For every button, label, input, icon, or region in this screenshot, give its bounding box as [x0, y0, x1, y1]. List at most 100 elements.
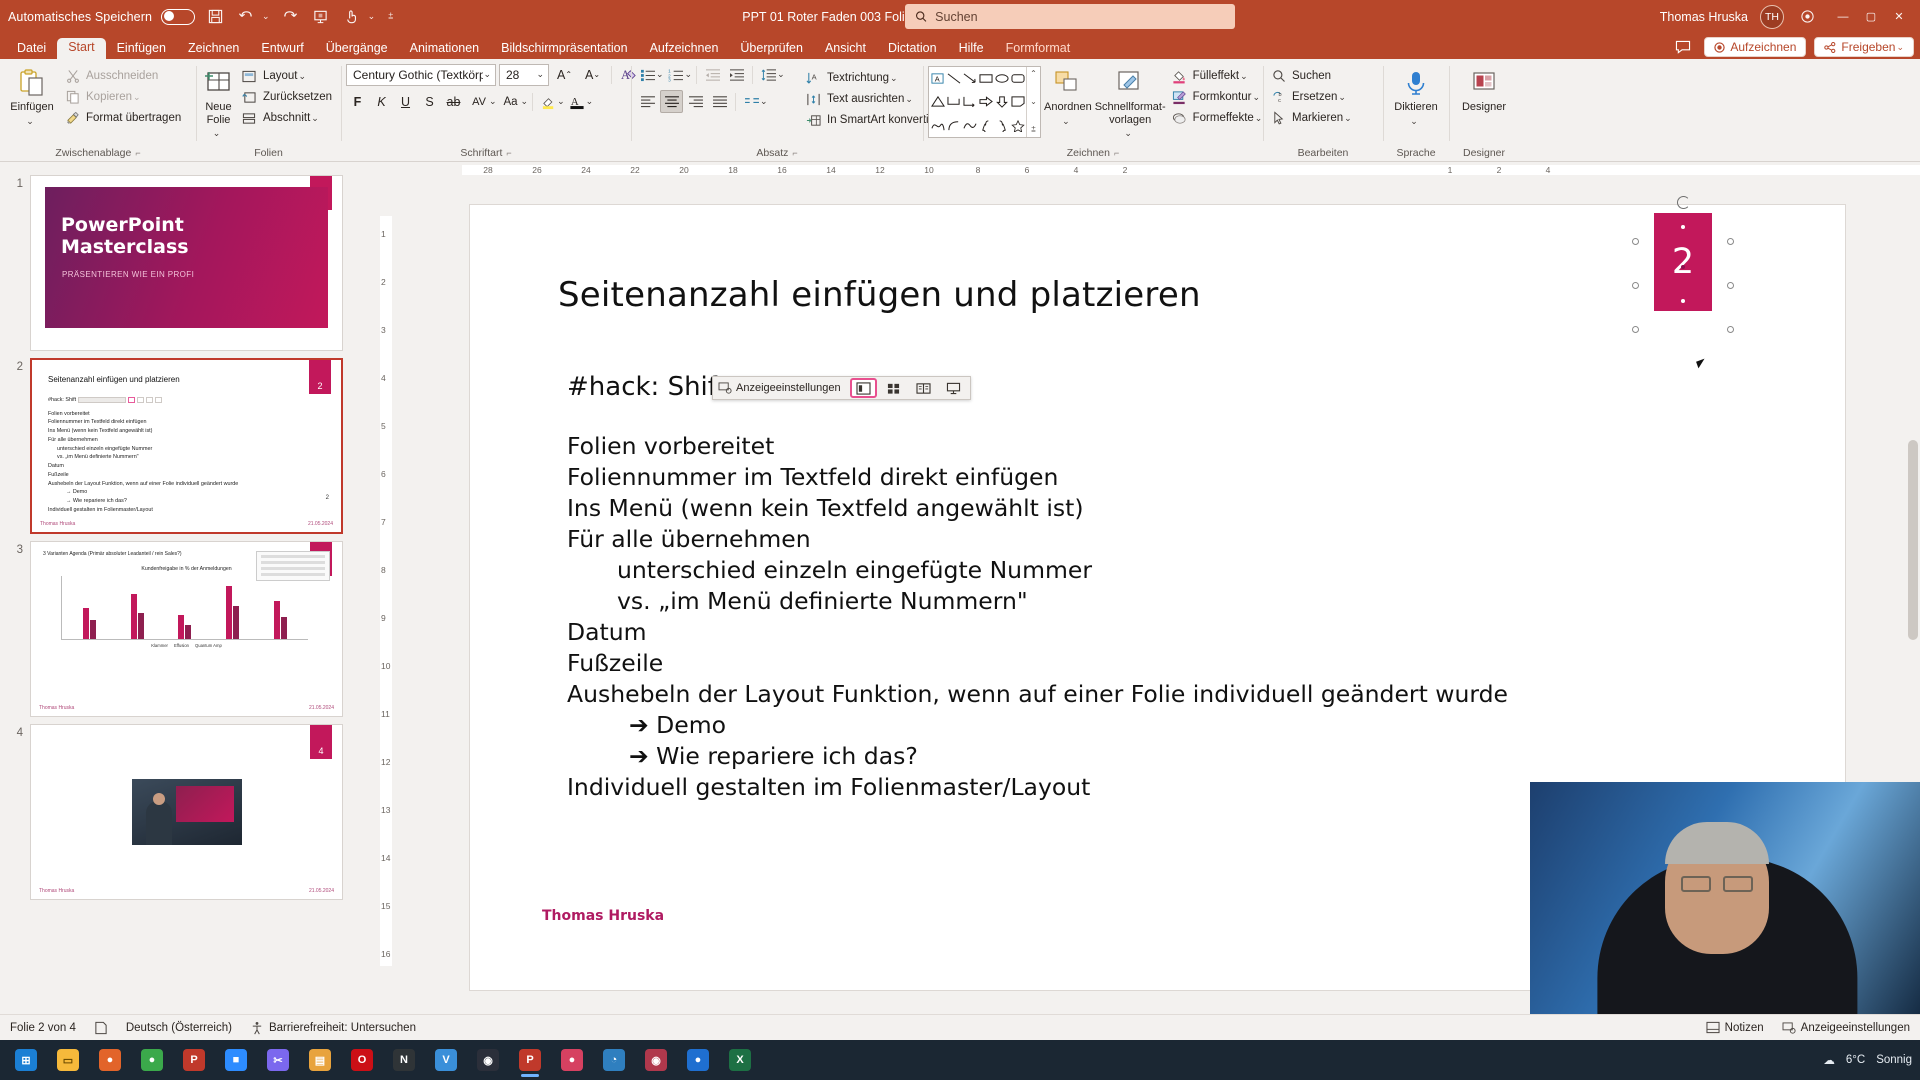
tab-start[interactable]: Start	[57, 37, 106, 59]
tab-datei[interactable]: Datei	[6, 39, 57, 60]
view-presentation-button[interactable]	[940, 378, 967, 398]
shapes-gallery-scrollbar[interactable]: ⌃ ⌄ ⩲	[1026, 67, 1040, 137]
display-settings-label-group[interactable]: Anzeigeeinstellungen	[716, 382, 847, 394]
shape-arc[interactable]	[946, 114, 962, 137]
horizontal-ruler[interactable]: 28 26 24 22 20 18 16 14 12 10 8 6 4 2 1 …	[378, 162, 1920, 178]
reset-button[interactable]: Zurücksetzen	[239, 87, 336, 107]
shape-triangle[interactable]	[929, 90, 946, 113]
present-icon[interactable]	[310, 6, 332, 28]
rotate-handle[interactable]	[1677, 196, 1690, 209]
clipboard-dialog-launcher[interactable]: ⌐	[135, 148, 140, 158]
maximize-button[interactable]: ▢	[1858, 6, 1884, 28]
dictate-button[interactable]: Diktieren ⌄	[1389, 63, 1443, 126]
taskbar-obs[interactable]: ◉	[468, 1041, 508, 1079]
select-caret[interactable]: ⌄	[1344, 113, 1352, 124]
language-status[interactable]: Deutsch (Österreich)	[126, 1022, 232, 1034]
section-caret[interactable]: ⌄	[311, 113, 319, 124]
autosave-toggle[interactable]	[161, 8, 196, 25]
font-dialog-launcher[interactable]: ⌐	[506, 148, 511, 158]
drawing-dialog-launcher[interactable]: ⌐	[1114, 148, 1119, 158]
copy-button[interactable]: Kopieren ⌄	[62, 87, 185, 107]
justify-button[interactable]	[708, 90, 731, 113]
tab-dictation[interactable]: Dictation	[877, 39, 948, 60]
paragraph-dialog-launcher[interactable]: ⌐	[792, 148, 797, 158]
undo-icon[interactable]	[235, 6, 257, 28]
share-caret[interactable]: ⌄	[1896, 42, 1904, 53]
search-box[interactable]	[905, 4, 1235, 29]
taskbar-recorder[interactable]: ●	[552, 1041, 592, 1079]
shape-effects-caret[interactable]: ⌄	[1255, 113, 1263, 124]
tab-entwurf[interactable]: Entwurf	[250, 39, 314, 60]
shadow-button[interactable]: S	[418, 90, 441, 113]
font-name-caret[interactable]: ⌄	[483, 69, 491, 80]
resize-handle-tr[interactable]	[1727, 238, 1734, 245]
tab-bildschirmpraesentation[interactable]: Bildschirmpräsentation	[490, 39, 638, 60]
decrease-font-size-button[interactable]: A ⌄	[580, 63, 605, 86]
shape-elbow-connector[interactable]	[946, 90, 962, 113]
align-text-caret[interactable]: ⌄	[905, 94, 913, 105]
weather-desc[interactable]: Sonnig	[1876, 1054, 1912, 1066]
quick-styles-button[interactable]: Schnellformat-vorlagen ⌄	[1095, 63, 1166, 139]
line-spacing-caret[interactable]: ⌄	[777, 69, 785, 80]
taskbar-vegas[interactable]: V	[426, 1041, 466, 1079]
shape-effects-button[interactable]: Formeffekte ⌄	[1169, 108, 1267, 128]
accessibility-status[interactable]: Barrierefreiheit: Untersuchen	[250, 1021, 416, 1035]
find-button[interactable]: Suchen	[1268, 66, 1356, 86]
quick-styles-caret[interactable]: ⌄	[1124, 128, 1132, 138]
view-normal-button[interactable]	[849, 378, 877, 398]
shape-right-brace[interactable]	[994, 114, 1010, 137]
undo-dropdown-caret[interactable]: ⌄	[262, 11, 270, 22]
resize-handle-mr[interactable]	[1727, 282, 1734, 289]
shape-rounded-rectangle[interactable]	[1010, 67, 1026, 90]
layout-caret[interactable]: ⌄	[299, 71, 307, 82]
italic-button[interactable]: K	[370, 90, 393, 113]
taskbar-opera[interactable]: O	[342, 1041, 382, 1079]
slide-thumbnail-1[interactable]: PowerPoint Masterclass PRÄSENTIEREN WIE E…	[30, 175, 343, 351]
section-button[interactable]: Abschnitt ⌄	[239, 108, 336, 128]
shape-down-arrow[interactable]	[994, 90, 1010, 113]
character-spacing-caret[interactable]: ⌄	[489, 96, 497, 107]
taskbar-notion[interactable]: N	[384, 1041, 424, 1079]
weather-icon[interactable]: ☁	[1823, 1053, 1835, 1067]
slide-hack-line[interactable]: #hack: Shift	[567, 372, 727, 402]
slide-body[interactable]: Folien vorbereitet Foliennummer im Textf…	[567, 431, 1508, 803]
display-settings-toolbar[interactable]: Anzeigeeinstellungen	[712, 376, 971, 400]
layout-button[interactable]: Layout ⌄	[239, 66, 336, 86]
replace-caret[interactable]: ⌄	[1338, 92, 1346, 103]
paste-button[interactable]: Einfügen ⌄	[5, 63, 59, 126]
shape-left-brace[interactable]	[978, 114, 994, 137]
align-left-button[interactable]	[636, 90, 659, 113]
slide-counter[interactable]: Folie 2 von 4	[10, 1022, 76, 1034]
shapes-gallery[interactable]: A ⌃ ⌄ ⩲	[928, 66, 1041, 138]
tab-aufzeichnen[interactable]: Aufzeichnen	[639, 39, 730, 60]
close-button[interactable]: ✕	[1886, 6, 1912, 28]
increase-font-size-button[interactable]: A ⌃	[552, 63, 577, 86]
view-slide-sorter-button[interactable]	[880, 378, 907, 398]
text-direction-caret[interactable]: ⌄	[890, 73, 898, 84]
tab-formformat[interactable]: Formformat	[995, 39, 1082, 60]
highlight-caret[interactable]: ⌄	[557, 96, 565, 107]
slide-thumbnail-2[interactable]: 2 Seitenanzahl einfügen und platzieren #…	[30, 358, 343, 534]
tab-animationen[interactable]: Animationen	[399, 39, 491, 60]
shape-right-arrow[interactable]	[978, 90, 994, 113]
shape-oval[interactable]	[994, 67, 1010, 90]
increase-indent-button[interactable]	[725, 63, 748, 86]
arrange-caret[interactable]: ⌄	[1062, 116, 1070, 126]
shape-curve[interactable]	[962, 114, 978, 137]
notes-page-icon[interactable]	[94, 1021, 108, 1035]
tab-zeichnen[interactable]: Zeichnen	[177, 39, 250, 60]
select-button[interactable]: Markieren ⌄	[1268, 108, 1356, 128]
shape-arrow[interactable]	[962, 67, 978, 90]
shape-line[interactable]	[946, 67, 962, 90]
paste-caret[interactable]: ⌄	[26, 116, 34, 126]
shapes-more[interactable]: ⩲	[1031, 125, 1036, 135]
vertical-ruler[interactable]: 1 2 3 4 5 6 7 8 9 10 11 12 13 14 15 16	[378, 178, 394, 1006]
resize-handle-ml[interactable]	[1632, 282, 1639, 289]
slide-thumbnail-pane[interactable]: 1 PowerPoint Masterclass PRÄSENTIEREN WIE…	[0, 162, 378, 1040]
arrange-button[interactable]: Anordnen ⌄	[1044, 63, 1092, 126]
accessibility-tools-icon[interactable]	[1796, 6, 1818, 28]
font-size-caret[interactable]: ⌄	[536, 69, 544, 80]
shape-elbow-arrow-connector[interactable]	[962, 90, 978, 113]
change-case-caret[interactable]: ⌄	[521, 96, 529, 107]
columns-caret[interactable]: ⌄	[760, 96, 768, 107]
